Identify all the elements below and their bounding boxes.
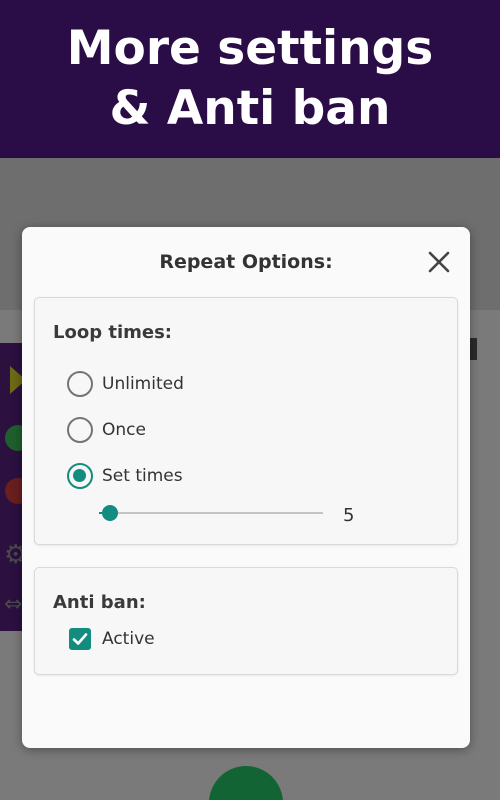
promo-banner: More settings & Anti ban [0,0,500,158]
radio-label-set-times: Set times [102,466,183,486]
radio-button-once[interactable] [67,417,93,443]
checkmark-icon [72,633,88,645]
loop-count-slider[interactable] [99,503,323,523]
radio-button-set-times[interactable] [67,463,93,489]
slider-thumb[interactable] [102,505,119,521]
loop-count-value: 5 [343,505,355,526]
loop-times-card: Loop times: Unlimited Once Set times 5 [34,297,458,545]
anti-ban-card: Anti ban: Active [34,567,458,675]
radio-set-times[interactable]: Set times [67,463,183,489]
active-checkbox-label: Active [102,629,155,649]
active-checkbox[interactable] [69,628,91,650]
slider-track [99,512,323,514]
anti-ban-active-toggle[interactable]: Active [69,628,155,650]
radio-unlimited[interactable]: Unlimited [67,371,184,397]
background-mark [470,338,477,360]
loop-times-title: Loop times: [53,322,173,343]
dialog-title: Repeat Options: [159,251,333,273]
radio-label-once: Once [102,420,146,440]
radio-label-unlimited: Unlimited [102,374,184,394]
anti-ban-title: Anti ban: [53,592,146,613]
banner-line-1: More settings [66,21,434,76]
close-icon [428,251,450,273]
close-button[interactable] [426,249,452,275]
move-icon: ⇔ [4,592,23,617]
repeat-options-dialog: Repeat Options: Loop times: Unlimited On… [22,227,470,748]
banner-line-2: & Anti ban [109,81,391,136]
radio-once[interactable]: Once [67,417,146,443]
radio-button-unlimited[interactable] [67,371,93,397]
